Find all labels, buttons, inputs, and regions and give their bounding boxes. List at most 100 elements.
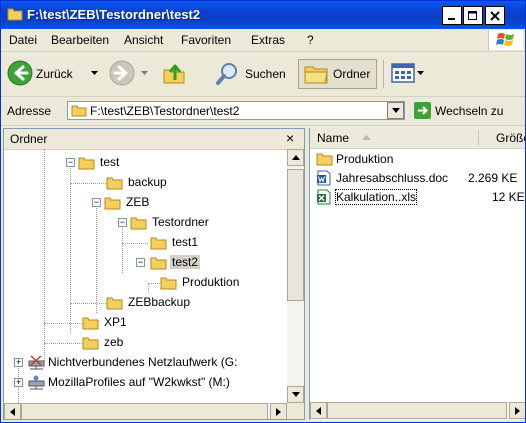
file-size: 2.269 KE: [468, 171, 518, 185]
expand-toggle[interactable]: +: [14, 378, 23, 387]
collapse-toggle[interactable]: −: [92, 198, 101, 207]
menu-help[interactable]: ?: [307, 33, 314, 47]
tree-selected-label: test2: [170, 255, 201, 269]
expand-toggle[interactable]: +: [14, 358, 23, 367]
tree-connector: [70, 163, 71, 333]
arrow-up-icon: [291, 155, 300, 160]
menu-bar: Datei Bearbeiten Ansicht Favoriten Extra…: [1, 29, 525, 52]
scroll-thumb[interactable]: [21, 403, 268, 419]
go-arrow-icon[interactable]: [414, 102, 431, 119]
tree-horizontal-scrollbar[interactable]: [4, 403, 287, 419]
folder-tree-pane: Ordner × − test backup − ZEB − Testordne…: [3, 128, 305, 420]
title-bar[interactable]: F:\test\ZEB\Testordner\test2: [1, 1, 525, 29]
excel-spreadsheet-icon: [317, 189, 331, 205]
forward-dropdown-icon[interactable]: [141, 71, 148, 76]
list-item[interactable]: Jahresabschluss.doc 2.269 KE: [310, 169, 525, 188]
scroll-up-button[interactable]: [287, 149, 304, 166]
address-input[interactable]: F:\test\ZEB\Testordner\test2: [67, 101, 405, 120]
tree-connector: [44, 343, 82, 344]
tree-connector: [44, 149, 45, 361]
folders-icon: [304, 66, 328, 84]
menu-extras[interactable]: Extras: [251, 33, 285, 47]
collapse-toggle[interactable]: −: [66, 158, 75, 167]
folder-icon: [82, 337, 99, 350]
scroll-down-button[interactable]: [287, 386, 304, 403]
address-dropdown-button[interactable]: [387, 102, 404, 119]
explorer-window: F:\test\ZEB\Testordner\test2 Datei Bearb…: [0, 0, 526, 423]
arrow-left-icon: [316, 406, 321, 415]
folder-icon: [106, 297, 123, 310]
standard-toolbar: Zurück Suchen Ordner: [1, 52, 525, 97]
file-name: Produktion: [336, 152, 394, 166]
file-list-pane: Name Größe Produktion Jahresabschluss.do…: [309, 128, 525, 420]
sort-ascending-icon: [362, 135, 371, 140]
tree-connector: [148, 283, 160, 284]
address-label: Adresse: [7, 104, 52, 118]
network-drive-icon: [28, 375, 45, 390]
tree-connector: [70, 303, 106, 304]
file-name: Jahresabschluss.doc: [336, 171, 449, 185]
folder-icon: [106, 177, 123, 190]
maximize-icon: [468, 10, 477, 20]
menu-favoriten[interactable]: Favoriten: [181, 33, 231, 47]
tree-connector: [70, 183, 106, 184]
arrow-left-icon: [10, 407, 15, 416]
scroll-thumb[interactable]: [287, 169, 304, 301]
scroll-thumb[interactable]: [327, 402, 507, 419]
windows-flag-icon: [496, 33, 514, 46]
column-header-name[interactable]: Name: [317, 131, 349, 145]
scroll-right-button[interactable]: [270, 403, 287, 419]
scroll-right-button[interactable]: [509, 402, 525, 419]
views-icon[interactable]: [391, 62, 415, 84]
folder-pane-title: Ordner: [10, 132, 48, 146]
back-arrow-icon[interactable]: [7, 60, 33, 86]
go-button-label[interactable]: Wechseln zu: [435, 104, 503, 118]
folder-icon: [82, 317, 99, 330]
back-button-label[interactable]: Zurück: [36, 67, 73, 81]
menu-datei[interactable]: Datei: [9, 33, 37, 47]
scroll-corner: [287, 403, 304, 419]
list-horizontal-scrollbar[interactable]: [310, 402, 525, 419]
menu-bearbeiten[interactable]: Bearbeiten: [51, 33, 109, 47]
folder-pane-close-button[interactable]: ×: [286, 130, 294, 146]
folder-open-icon: [78, 157, 95, 170]
column-header-size[interactable]: Größe: [496, 131, 525, 145]
scroll-left-button[interactable]: [4, 403, 21, 419]
tree-connector: [96, 203, 97, 313]
list-item[interactable]: Kalkulation..xls 12 KE: [310, 188, 525, 207]
file-name: Kalkulation..xls: [334, 189, 418, 205]
folders-button-label: Ordner: [333, 67, 371, 81]
maximize-button[interactable]: [463, 6, 483, 25]
views-dropdown-icon[interactable]: [417, 71, 424, 76]
list-item[interactable]: Produktion: [310, 150, 525, 169]
address-value: F:\test\ZEB\Testordner\test2: [90, 104, 240, 118]
scroll-left-button[interactable]: [310, 402, 327, 419]
forward-arrow-icon[interactable]: [109, 60, 135, 86]
window-title: F:\test\ZEB\Testordner\test2: [27, 7, 201, 22]
folder-open-icon: [130, 217, 147, 230]
address-bar: Adresse F:\test\ZEB\Testordner\test2 Wec…: [1, 97, 525, 126]
tree-connector: [122, 223, 123, 273]
search-button-label[interactable]: Suchen: [245, 67, 286, 81]
windows-logo: [488, 30, 523, 50]
collapse-toggle[interactable]: −: [118, 218, 127, 227]
column-header-bar: Name Größe: [310, 128, 525, 149]
close-button[interactable]: [485, 6, 505, 25]
back-dropdown-icon[interactable]: [91, 71, 98, 76]
up-folder-icon[interactable]: [161, 60, 187, 86]
minimize-button[interactable]: [442, 6, 462, 25]
folder-open-icon: [104, 197, 121, 210]
folder-icon: [150, 237, 167, 250]
folder-icon: [71, 105, 87, 117]
folder-pane-header: Ordner ×: [4, 129, 304, 150]
column-separator[interactable]: [478, 130, 479, 146]
menu-ansicht[interactable]: Ansicht: [124, 33, 163, 47]
collapse-toggle[interactable]: −: [136, 258, 145, 267]
tree-vertical-scrollbar[interactable]: [287, 149, 304, 403]
arrow-right-icon: [515, 406, 520, 415]
folder-icon: [7, 8, 23, 21]
folder-icon: [160, 277, 177, 290]
search-icon[interactable]: [215, 61, 241, 87]
chevron-down-icon: [391, 108, 400, 113]
folder-open-icon: [150, 257, 167, 270]
